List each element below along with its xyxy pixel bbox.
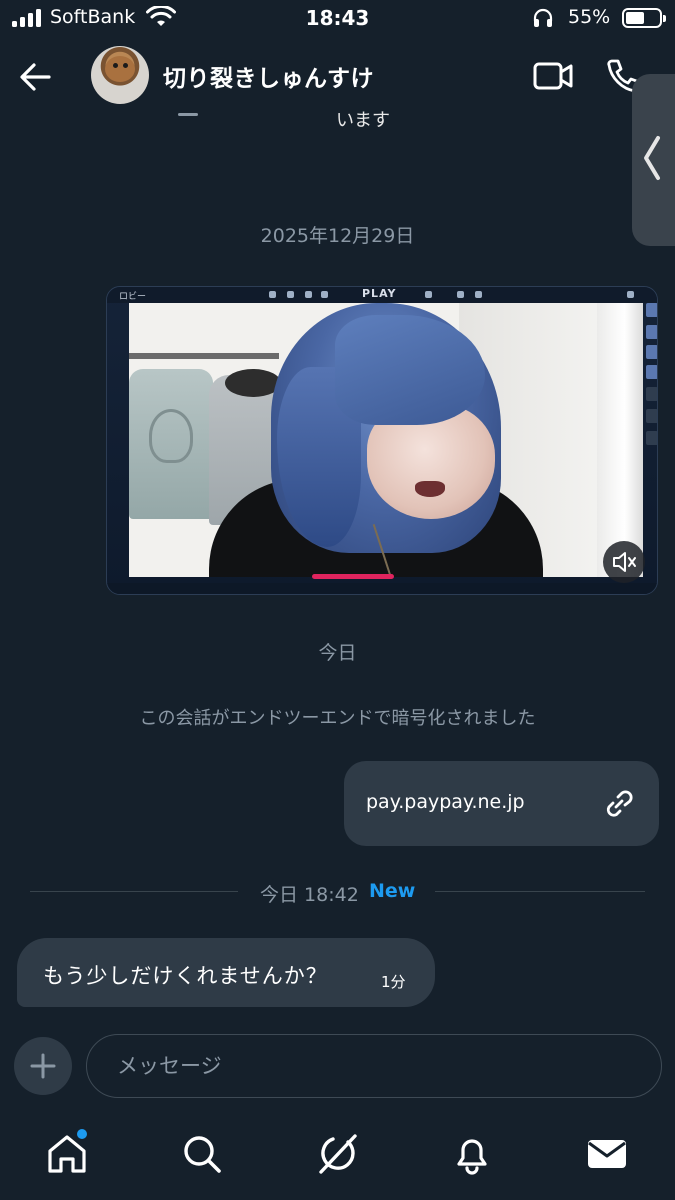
new-divider-label: New (369, 880, 416, 902)
unmute-button[interactable] (603, 541, 645, 583)
game-top-bar: ロビー PLAY (107, 287, 657, 303)
encryption-notice: この会話がエンドツーエンドで暗号化されました (139, 708, 536, 729)
home-notification-dot (77, 1129, 87, 1139)
new-divider-line (30, 891, 238, 892)
attach-button[interactable] (14, 1037, 72, 1095)
message-input[interactable] (86, 1034, 662, 1098)
video-call-icon[interactable] (532, 58, 574, 94)
plus-icon (30, 1053, 56, 1079)
previous-message-fragment (178, 113, 198, 116)
incoming-message-text: もう少しだけくれませんか？ (43, 964, 328, 988)
video-message[interactable]: ロビー PLAY (106, 286, 658, 595)
back-arrow-icon[interactable] (14, 56, 56, 98)
incoming-message-time: 1分 (381, 973, 406, 991)
search-icon[interactable] (180, 1132, 224, 1176)
link-url[interactable]: pay.paypay.ne.jp (366, 791, 525, 813)
chevron-left-icon (644, 136, 660, 180)
notifications-icon[interactable] (450, 1132, 494, 1176)
game-play-label: PLAY (362, 287, 397, 300)
video-progress-bar (312, 574, 394, 579)
video-frame (129, 303, 643, 577)
avatar[interactable] (91, 46, 149, 104)
link-icon (606, 790, 633, 817)
game-side-strip (645, 303, 657, 453)
date-separator-today: 今日 (318, 642, 357, 664)
battery-icon (622, 8, 666, 28)
new-divider-line (435, 891, 645, 892)
headphones-icon (533, 8, 553, 27)
date-separator: 2025年12月29日 (260, 225, 415, 247)
lobby-label: ロビー (119, 292, 147, 302)
incoming-message[interactable]: もう少しだけくれませんか？ 1分 (17, 938, 435, 1007)
contact-name[interactable]: 切り裂きしゅんすけ (163, 59, 374, 93)
new-divider-time: 今日 18:42 (260, 884, 359, 906)
previous-message-text: います (336, 110, 390, 131)
speaker-muted-icon (613, 552, 636, 572)
battery-percent: 55% (568, 6, 611, 28)
messages-icon[interactable] (585, 1132, 629, 1176)
status-bar: SoftBank 18:43 55% (0, 0, 675, 40)
outgoing-link-message[interactable]: pay.paypay.ne.jp (344, 761, 659, 846)
grok-icon[interactable] (315, 1132, 359, 1176)
